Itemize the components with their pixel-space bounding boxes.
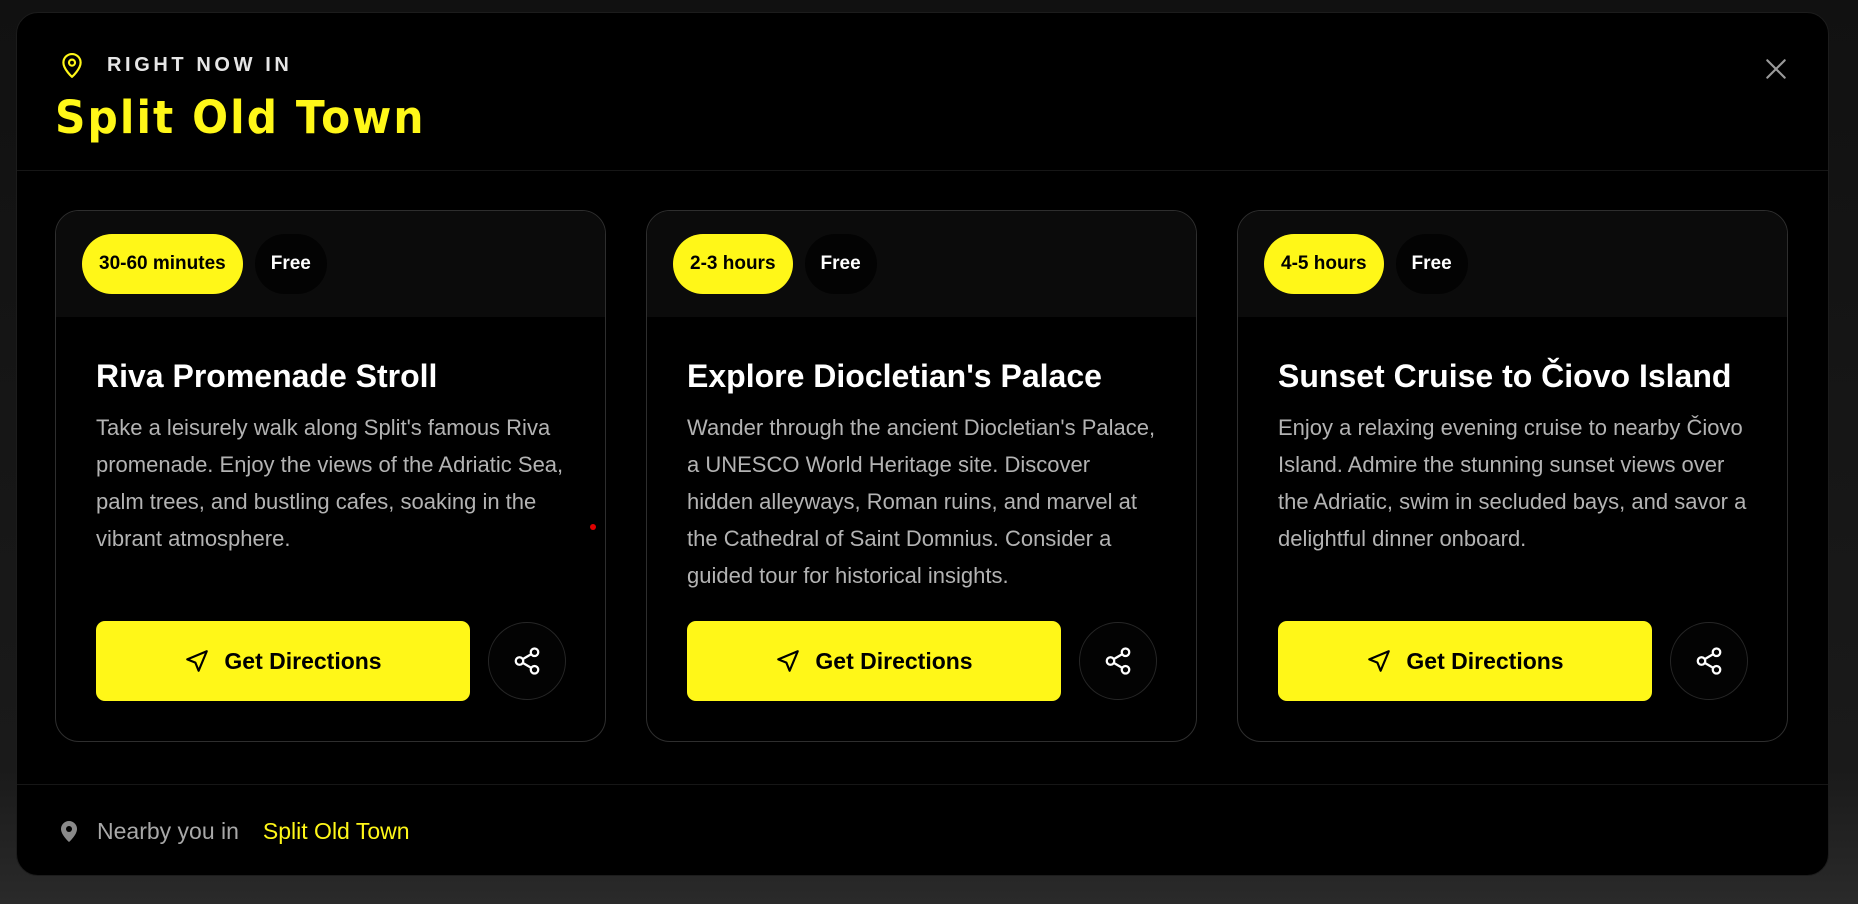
card-badges: 2-3 hours Free: [647, 211, 1196, 317]
share-button[interactable]: [1670, 622, 1748, 700]
get-directions-button[interactable]: Get Directions: [687, 621, 1061, 701]
card-actions: Get Directions: [687, 621, 1157, 701]
card-title: Explore Diocletian's Palace: [687, 358, 1102, 394]
page-title: Split Old Town: [55, 91, 426, 144]
share-button[interactable]: [1079, 622, 1157, 700]
duration-badge: 4-5 hours: [1264, 234, 1384, 294]
cursor-indicator: [590, 524, 596, 530]
modal-header: RIGHT NOW IN Split Old Town: [17, 13, 1828, 171]
card-title: Riva Promenade Stroll: [96, 358, 438, 394]
card-actions: Get Directions: [96, 621, 566, 701]
card-actions: Get Directions: [1278, 621, 1748, 701]
navigation-arrow-icon: [1368, 650, 1391, 672]
get-directions-label: Get Directions: [224, 647, 382, 674]
card-body: Riva Promenade Stroll Take a leisurely w…: [56, 317, 605, 557]
close-button[interactable]: [1760, 53, 1792, 85]
duration-badge: 30-60 minutes: [82, 234, 243, 294]
card-body: Sunset Cruise to Čiovo Island Enjoy a re…: [1238, 317, 1787, 557]
activity-cards: 30-60 minutes Free Riva Promenade Stroll…: [55, 210, 1788, 742]
share-icon: [1696, 647, 1722, 675]
card-badges: 4-5 hours Free: [1238, 211, 1787, 317]
navigation-arrow-icon: [186, 650, 209, 672]
card-description: Take a leisurely walk along Split's famo…: [96, 415, 564, 551]
card-title: Sunset Cruise to Čiovo Island: [1278, 358, 1732, 394]
card-description: Enjoy a relaxing evening cruise to nearb…: [1278, 415, 1747, 551]
activity-modal: RIGHT NOW IN Split Old Town 30-60 minute…: [16, 12, 1829, 876]
get-directions-label: Get Directions: [1406, 647, 1564, 674]
share-button[interactable]: [488, 622, 566, 700]
card-description: Wander through the ancient Diocletian's …: [687, 415, 1156, 588]
activity-card: 30-60 minutes Free Riva Promenade Stroll…: [55, 210, 606, 742]
price-badge: Free: [254, 234, 327, 294]
card-badges: 30-60 minutes Free: [56, 211, 605, 317]
share-icon: [1105, 647, 1131, 675]
close-icon: [1766, 59, 1786, 79]
modal-footer: Nearby you in Split Old Town: [17, 784, 1828, 875]
map-pin-icon: [62, 52, 82, 78]
navigation-arrow-icon: [777, 650, 800, 672]
get-directions-label: Get Directions: [815, 647, 973, 674]
eyebrow-text: RIGHT NOW IN: [107, 53, 293, 76]
location-eyebrow: RIGHT NOW IN: [59, 51, 292, 79]
activity-card: 2-3 hours Free Explore Diocletian's Pala…: [646, 210, 1197, 742]
nearby-label: Nearby you in: [97, 817, 239, 844]
duration-badge: 2-3 hours: [673, 234, 793, 294]
share-icon: [514, 647, 540, 675]
map-pin-filled-icon: [61, 821, 77, 842]
get-directions-button[interactable]: Get Directions: [1278, 621, 1652, 701]
get-directions-button[interactable]: Get Directions: [96, 621, 470, 701]
activity-card: 4-5 hours Free Sunset Cruise to Čiovo Is…: [1237, 210, 1788, 742]
nearby-place-link[interactable]: Split Old Town: [263, 818, 410, 845]
price-badge: Free: [1395, 234, 1468, 294]
price-badge: Free: [804, 234, 877, 294]
card-body: Explore Diocletian's Palace Wander throu…: [647, 317, 1196, 594]
